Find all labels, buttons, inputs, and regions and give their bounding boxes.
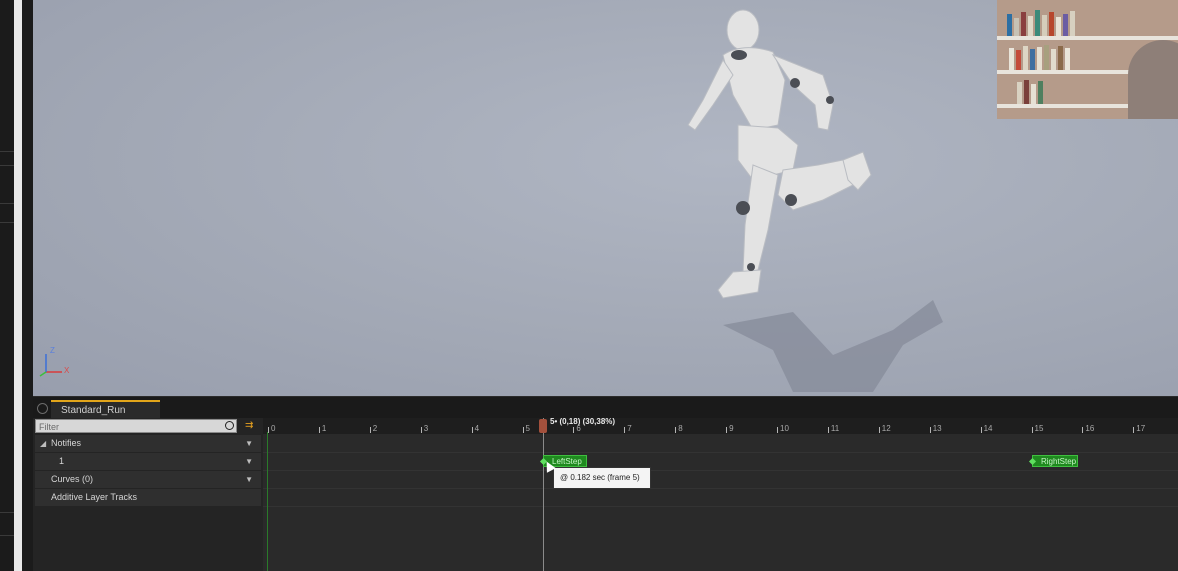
left-panel-strip <box>0 0 33 571</box>
animation-viewport[interactable]: Z X <box>33 0 1178 396</box>
chevron-down-icon[interactable]: ▼ <box>245 453 253 470</box>
ruler-tick <box>420 427 422 433</box>
ruler-tick <box>318 427 320 433</box>
track-label: 1 <box>59 456 65 466</box>
ruler-tick-label: 10 <box>780 424 789 433</box>
track-label: Curves (0) <box>51 474 94 484</box>
expand-caret-icon[interactable]: ◢ <box>40 435 46 452</box>
ruler-tick <box>1082 427 1084 433</box>
filter-options-icon[interactable]: ⇉ <box>245 420 253 431</box>
filter-row: Filter ⇉ <box>35 419 261 435</box>
axis-z-label: Z <box>50 346 55 355</box>
track-notify-1[interactable]: 1 ▼ <box>35 453 261 470</box>
ruler-tick <box>777 427 778 433</box>
scrubber-handle[interactable] <box>539 419 547 433</box>
ruler-tick <box>929 427 931 433</box>
axis-gizmo: Z X <box>38 346 78 382</box>
ruler-tick-label: 12 <box>881 424 891 433</box>
ruler-tick-label: 15 <box>1034 424 1044 433</box>
frame-ruler[interactable]: 0 1 2 3 4 5 6 7 8 9 10 11 12 13 14 15 16 17 <box>263 418 1178 434</box>
ruler-tick-label: 1 <box>321 424 327 433</box>
scrubber-line[interactable] <box>543 418 544 571</box>
ruler-tick-label: 11 <box>830 424 840 433</box>
ruler-tick <box>980 427 982 433</box>
ruler-tick-label: 13 <box>932 424 942 433</box>
ruler-tick-label: 14 <box>983 424 993 433</box>
ruler-tick <box>471 427 473 433</box>
track-notifies[interactable]: ◢ Notifies ▼ <box>35 435 261 452</box>
ruler-tick-label: 5 <box>525 424 530 433</box>
ruler-tick-label: 3 <box>423 424 429 433</box>
tab-standard-run[interactable]: Standard_Run <box>51 400 160 419</box>
notify-label: LeftStep <box>552 457 582 466</box>
ruler-tick <box>1031 427 1033 433</box>
notify-timeline[interactable]: 0 1 2 3 4 5 6 7 8 9 10 11 12 13 14 15 16 17 5• (0,18) (30… <box>263 417 1178 571</box>
editor-tab-bar: Standard_Run <box>33 396 1178 419</box>
ruler-tick <box>726 427 728 433</box>
ruler-tick-label: 8 <box>678 424 683 433</box>
ruler-tick <box>675 427 677 433</box>
splitter-rail[interactable] <box>14 0 22 571</box>
ruler-tick <box>878 427 880 433</box>
ruler-tick <box>827 427 829 433</box>
ruler-tick <box>1133 427 1135 433</box>
notify-label: RightStep <box>1041 457 1077 466</box>
track-curves[interactable]: Curves (0) ▼ <box>35 471 261 488</box>
ruler-tick-label: 16 <box>1085 424 1095 433</box>
ruler-tick <box>268 427 269 433</box>
start-marker <box>267 432 268 571</box>
search-icon[interactable] <box>225 421 234 430</box>
notify-tooltip: @ 0.182 sec (frame 5) <box>553 467 651 489</box>
scrubber-label: 5• (0,18) (30,38%) <box>550 417 616 426</box>
axis-x-label: X <box>64 366 70 375</box>
ruler-tick-label: 7 <box>627 424 632 433</box>
ruler-tick-label: 2 <box>372 424 378 433</box>
chevron-down-icon[interactable]: ▼ <box>245 471 253 488</box>
track-additive-layer[interactable]: Additive Layer Tracks <box>35 489 261 506</box>
ruler-tick <box>369 427 371 433</box>
webcam-overlay <box>997 0 1178 119</box>
track-label: Additive Layer Tracks <box>51 492 138 502</box>
notify-right-step[interactable]: RightStep <box>1028 455 1078 467</box>
ruler-tick-label: 0 <box>271 424 276 433</box>
clock-icon[interactable] <box>37 403 48 414</box>
ruler-tick <box>522 427 524 433</box>
ruler-tick <box>573 427 575 433</box>
ruler-tick-label: 17 <box>1136 424 1146 433</box>
track-label: Notifies <box>51 438 82 448</box>
ruler-tick-label: 9 <box>729 424 734 433</box>
tracks-panel: Filter ⇉ ◢ Notifies ▼ 1 ▼ Curves (0) ▼ A… <box>33 418 263 571</box>
filter-input[interactable]: Filter <box>35 419 237 433</box>
chevron-down-icon[interactable]: ▼ <box>245 435 253 452</box>
ruler-tick <box>624 427 626 433</box>
ruler-tick-label: 4 <box>474 424 480 433</box>
